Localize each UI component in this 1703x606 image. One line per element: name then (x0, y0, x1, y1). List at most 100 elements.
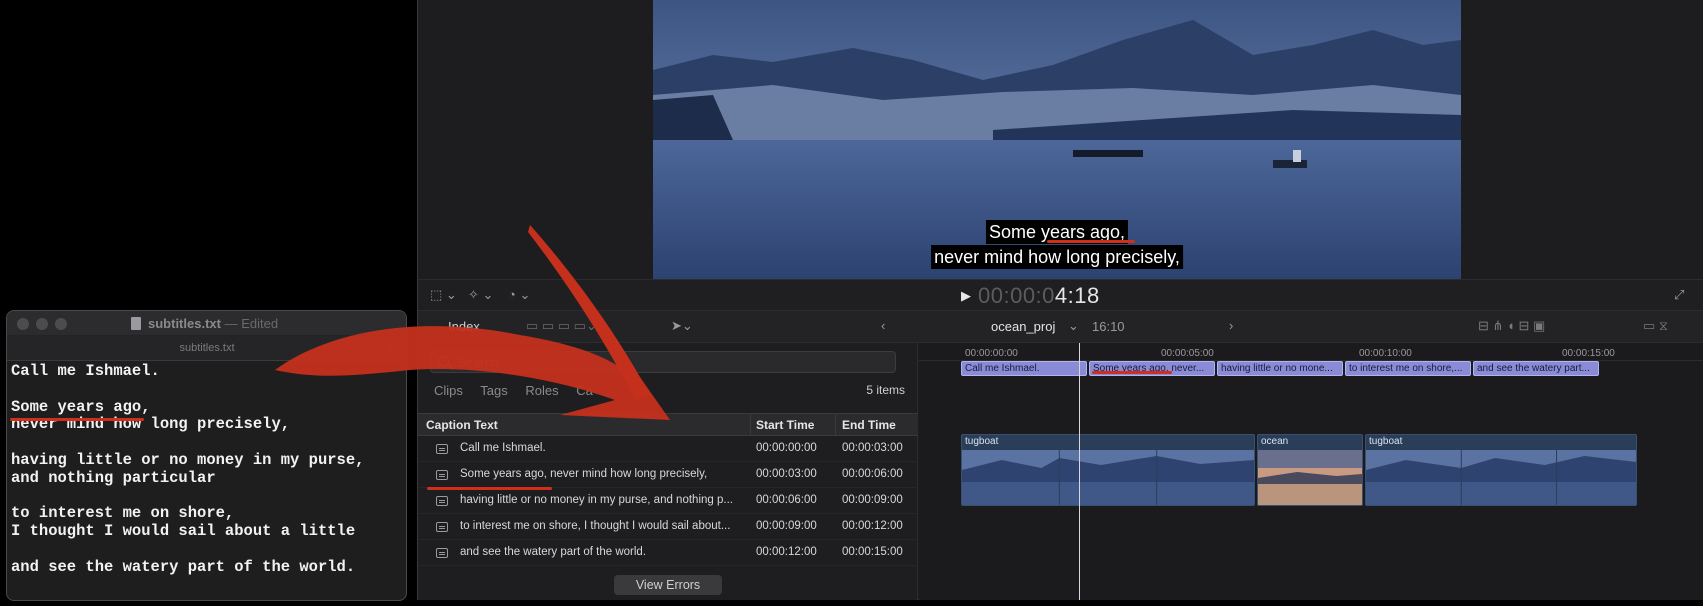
transform-icon[interactable]: ⬚ ⌄ (430, 287, 457, 303)
playhead[interactable] (1079, 343, 1080, 600)
clip-label: ocean (1261, 436, 1289, 447)
forward-arrow-icon[interactable]: › (1229, 318, 1233, 333)
text-line: Call me Ishmael. (11, 362, 160, 380)
table-row[interactable]: Call me Ishmael. 00:00:00:00 00:00:03:00 (418, 436, 918, 462)
search-field[interactable]: Search (430, 351, 896, 373)
ruler-label: 00:00:05:00 (1161, 348, 1214, 359)
caption-text: and see the watery part of the world. (460, 546, 647, 558)
tab-tags[interactable]: Tags (480, 383, 507, 398)
text-line (11, 488, 364, 506)
play-icon[interactable]: ▶ (961, 288, 971, 304)
clip-label: tugboat (1369, 436, 1403, 447)
table-row[interactable]: to interest me on shore, I thought I wou… (418, 514, 918, 540)
ruler-label: 00:00:15:00 (1562, 348, 1615, 359)
table-row[interactable]: having little or no money in my purse, a… (418, 488, 918, 514)
text-line: to interest me on shore, (11, 504, 235, 523)
text-line: I thought I would sail about a little (11, 522, 356, 541)
view-errors-button[interactable]: View Errors (614, 575, 722, 595)
tab-subtitles[interactable]: subtitles.txt (7, 342, 406, 354)
table-row[interactable]: Some years ago, never mind how long prec… (418, 462, 918, 488)
select-tool-icon[interactable]: ➤⌄ (671, 318, 693, 334)
items-count: 5 items (866, 383, 905, 397)
caption-icon (436, 444, 448, 454)
project-duration: 16:10 (1092, 319, 1125, 334)
timeline-tools-icons[interactable]: ⊟ ⋔ ◖ ⊟ ▣ (1478, 318, 1545, 334)
video-clip-tugboat[interactable]: tugboat (1365, 434, 1637, 506)
tab-captions[interactable]: Ca (576, 383, 593, 398)
text-line (11, 434, 364, 452)
close-button[interactable] (17, 318, 29, 330)
layout-icons[interactable]: ▭ ⧖ (1643, 318, 1668, 334)
column-caption-text[interactable]: Caption Text (426, 418, 498, 432)
caption-text: having little or no money in my purse, a… (460, 494, 733, 506)
timeline-ruler[interactable]: 00:00:00:00 00:00:05:00 00:00:10:00 00:0… (919, 343, 1703, 361)
timecode-value: 4:18 (1054, 283, 1100, 308)
clip-thumbnails (1366, 450, 1636, 505)
ruler-label: 00:00:10:00 (1359, 348, 1412, 359)
clip-tools-icons[interactable]: ▭ ▭ ▭ ▭⌄ (526, 318, 597, 334)
end-time: 00:00:12:00 (842, 520, 903, 532)
caption-text: Call me Ishmael. (460, 442, 546, 454)
tab-roles[interactable]: Roles (525, 383, 558, 398)
video-frame: Some years ago, never mind how long prec… (653, 0, 1461, 279)
browser-toolbar: Index ▭ ▭ ▭ ▭⌄ ➤⌄ ‹ ocean_proj ⌄ 16:10 ›… (418, 311, 1703, 343)
start-time: 00:00:00:00 (756, 442, 817, 454)
caption-clip[interactable]: Call me Ishmael. (961, 361, 1087, 376)
subtitle-line-2: never mind how long precisely, (931, 245, 1183, 269)
annotation-underline (10, 418, 144, 421)
column-divider (750, 414, 751, 435)
timeline[interactable]: 00:00:00:00 00:00:05:00 00:00:10:00 00:0… (919, 343, 1703, 600)
annotation-underline (427, 487, 552, 490)
annotation-underline (1092, 371, 1172, 374)
video-clip-ocean[interactable]: ocean (1257, 434, 1363, 506)
column-divider (835, 414, 836, 435)
caption-icon (436, 470, 448, 480)
minimize-button[interactable] (36, 318, 48, 330)
zoom-button[interactable] (55, 318, 67, 330)
annotation-underline (1047, 240, 1135, 243)
ruler-label: 00:00:00:00 (965, 348, 1018, 359)
end-time: 00:00:15:00 (842, 546, 903, 558)
start-time: 00:00:06:00 (756, 494, 817, 506)
caption-clip[interactable]: having little or no mone... (1217, 361, 1343, 376)
caption-icon (436, 548, 448, 558)
text-line: Some years ago, (11, 397, 151, 416)
speed-icon[interactable]: ◔ ⌄ (508, 287, 530, 303)
project-menu-chevron-icon[interactable]: ⌄ (1068, 318, 1079, 334)
end-time: 00:00:06:00 (842, 468, 903, 480)
index-panel: Search Clips Tags Roles Ca 5 items Capti… (418, 343, 918, 600)
text-line (11, 541, 364, 559)
start-time: 00:00:09:00 (756, 520, 817, 532)
search-icon (438, 356, 449, 367)
add-tab-button[interactable]: + (385, 339, 394, 356)
index-button[interactable]: Index (448, 319, 480, 334)
caption-clip[interactable]: and see the watery part... (1473, 361, 1599, 376)
end-time: 00:00:09:00 (842, 494, 903, 506)
caption-clip[interactable]: to interest me on shore,... (1345, 361, 1471, 376)
window-filename: subtitles.txt (148, 316, 221, 331)
tab-clips[interactable]: Clips (434, 383, 463, 398)
caption-text: to interest me on shore, I thought I wou… (460, 520, 731, 532)
column-end-time[interactable]: End Time (842, 418, 896, 432)
start-time: 00:00:12:00 (756, 546, 817, 558)
table-row[interactable]: and see the watery part of the world. 00… (418, 540, 918, 566)
edited-status: — Edited (224, 316, 279, 331)
project-name[interactable]: ocean_proj (991, 319, 1055, 334)
back-arrow-icon[interactable]: ‹ (881, 318, 885, 333)
video-clip-tugboat[interactable]: tugboat (961, 434, 1255, 506)
clip-thumbnails (1258, 450, 1362, 505)
caption-icon (436, 522, 448, 532)
caption-icon (436, 496, 448, 506)
table-header: Caption Text Start Time End Time (418, 413, 918, 436)
clip-label: tugboat (965, 436, 999, 447)
timecode-display: 00:00:04:18 (978, 283, 1100, 309)
document-icon (131, 317, 141, 330)
caption-text: Some years ago, never mind how long prec… (460, 468, 708, 480)
window-titlebar: subtitles.txt — Edited (7, 311, 406, 336)
fullscreen-icon[interactable]: ⤢ (1674, 287, 1684, 303)
start-time: 00:00:03:00 (756, 468, 817, 480)
column-start-time[interactable]: Start Time (756, 418, 814, 432)
text-content[interactable]: Call me Ishmael. Some years ago, never mi… (11, 362, 364, 577)
viewer-toolbar: ⬚ ⌄ ✧ ⌄ ◔ ⌄ ▶ 00:00:04:18 ⤢ (418, 279, 1703, 311)
enhance-wand-icon[interactable]: ✧ ⌄ (468, 287, 493, 303)
